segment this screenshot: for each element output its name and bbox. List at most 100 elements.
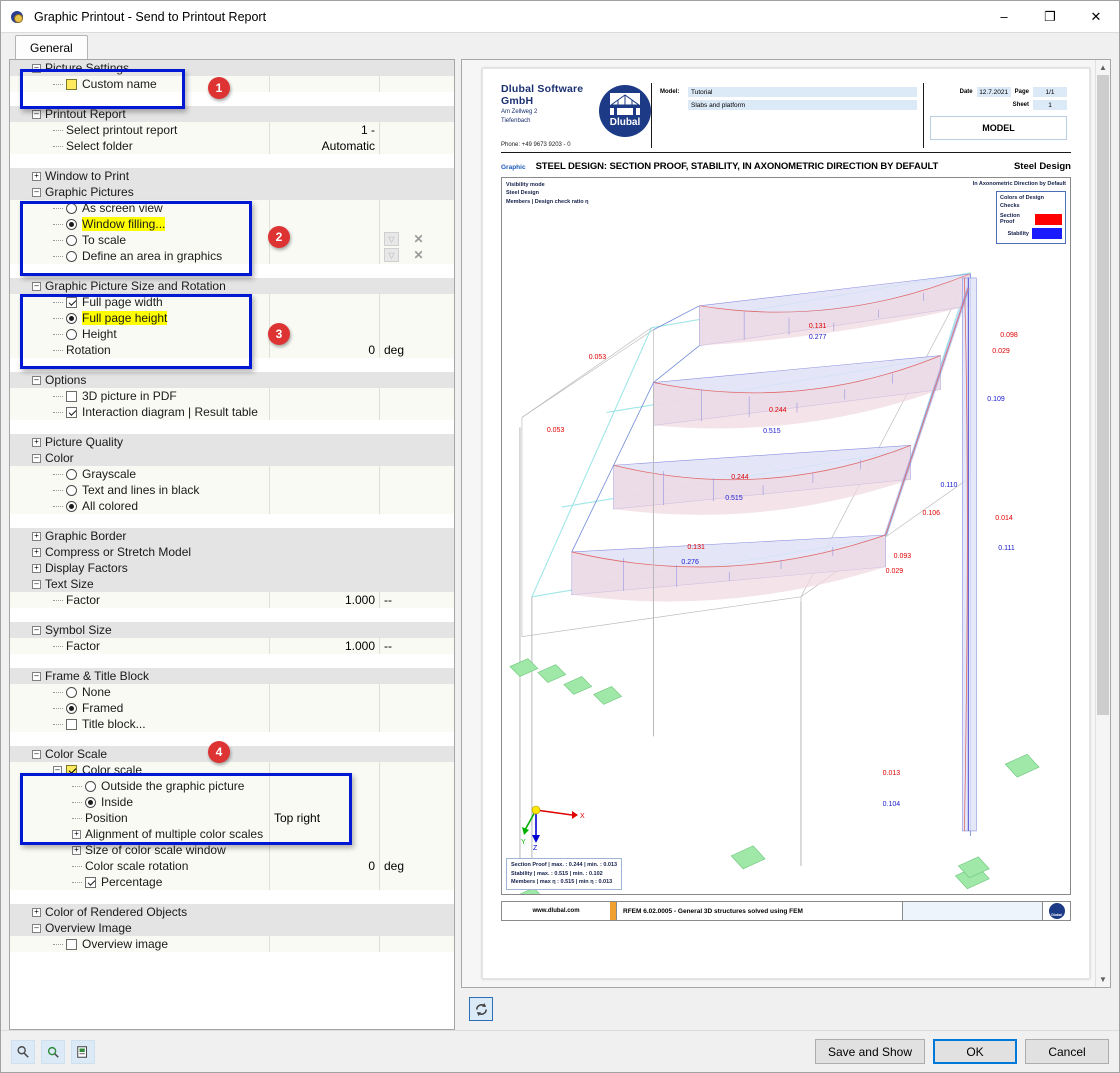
ok-button[interactable]: OK — [933, 1039, 1017, 1064]
setting-row-interaction-diagram-result-table[interactable]: Interaction diagram | Result table — [10, 404, 454, 420]
expand-icon[interactable]: + — [32, 907, 41, 917]
setting-value[interactable] — [269, 482, 379, 498]
radio-unselected[interactable] — [66, 328, 77, 340]
setting-row-percentage[interactable]: Percentage — [10, 874, 454, 890]
group-symbol-size[interactable]: – Symbol Size — [10, 622, 454, 638]
collapse-icon[interactable]: – — [32, 63, 41, 73]
setting-row-window-filling[interactable]: Window filling... — [10, 216, 454, 232]
radio-unselected[interactable] — [85, 780, 96, 792]
collapse-icon[interactable]: – — [32, 109, 41, 119]
setting-row-grayscale[interactable]: Grayscale — [10, 466, 454, 482]
setting-value[interactable]: 1.000 — [269, 638, 379, 654]
setting-value[interactable] — [269, 498, 379, 514]
collapse-icon[interactable]: – — [32, 671, 41, 681]
scroll-up-arrow[interactable]: ▲ — [1096, 60, 1110, 75]
setting-row-as-screen-view[interactable]: As screen view — [10, 200, 454, 216]
setting-row-full-page-height[interactable]: Full page height — [10, 310, 454, 326]
group-printout-report[interactable]: – Printout Report — [10, 106, 454, 122]
setting-value[interactable]: 0 — [269, 858, 379, 874]
setting-value[interactable] — [269, 248, 379, 264]
preview-viewport[interactable]: Dlubal Software GmbH Am Zellweg 2 Tiefen… — [461, 59, 1111, 988]
setting-value[interactable] — [269, 294, 379, 310]
setting-value[interactable]: 1 - — [269, 122, 379, 138]
preview-icon[interactable] — [41, 1039, 65, 1064]
setting-value[interactable] — [269, 76, 379, 92]
group-graphic-pictures[interactable]: – Graphic Pictures — [10, 184, 454, 200]
collapse-icon[interactable]: – — [32, 375, 41, 385]
save-report-icon[interactable] — [71, 1039, 95, 1064]
setting-value[interactable] — [269, 874, 379, 890]
radio-unselected[interactable] — [66, 202, 77, 214]
find-icon[interactable] — [11, 1039, 35, 1064]
checkbox-unchecked[interactable] — [66, 938, 77, 950]
setting-row-alignment-of-multiple-color-scales[interactable]: + Alignment of multiple color scales — [10, 826, 454, 842]
collapse-icon[interactable]: – — [32, 749, 41, 759]
expand-icon[interactable]: + — [32, 547, 41, 557]
refresh-icon[interactable] — [469, 997, 493, 1021]
setting-row-position[interactable]: Position Top right — [10, 810, 454, 826]
setting-value[interactable]: 1.000 — [269, 592, 379, 608]
checkbox-checked[interactable] — [66, 296, 77, 308]
setting-row-custom-name[interactable]: Custom name — [10, 76, 454, 92]
setting-value[interactable] — [269, 762, 379, 778]
group-picture-quality[interactable]: + Picture Quality — [10, 434, 454, 450]
group-overview-image[interactable]: – Overview Image — [10, 920, 454, 936]
setting-value[interactable] — [269, 794, 379, 810]
preview-scrollbar[interactable]: ▲ ▼ — [1095, 60, 1110, 987]
setting-row-full-page-width[interactable]: Full page width — [10, 294, 454, 310]
scroll-down-arrow[interactable]: ▼ — [1096, 972, 1110, 987]
radio-selected[interactable] — [66, 312, 77, 324]
collapse-icon[interactable]: – — [32, 187, 41, 197]
close-button[interactable]: ✕ — [1073, 1, 1119, 33]
setting-value[interactable] — [269, 200, 379, 216]
tab-general[interactable]: General — [15, 35, 88, 59]
row-clear-button[interactable]: ✕ — [411, 232, 426, 246]
radio-unselected[interactable] — [66, 484, 77, 496]
checkbox-unchecked[interactable] — [66, 390, 77, 402]
radio-unselected[interactable] — [66, 468, 77, 480]
radio-unselected[interactable] — [66, 686, 77, 698]
setting-value[interactable] — [269, 778, 379, 794]
minimize-button[interactable]: – — [981, 1, 1027, 33]
setting-row-overview-image[interactable]: Overview image — [10, 936, 454, 952]
setting-row-factor[interactable]: Factor 1.000 -- — [10, 638, 454, 654]
group-graphic-border[interactable]: + Graphic Border — [10, 528, 454, 544]
group-text-size[interactable]: – Text Size — [10, 576, 454, 592]
expand-icon[interactable]: + — [72, 845, 81, 855]
expand-icon[interactable]: + — [32, 437, 41, 447]
setting-row-color-scale-rotation[interactable]: Color scale rotation 0 deg — [10, 858, 454, 874]
setting-value[interactable] — [269, 684, 379, 700]
setting-value[interactable] — [269, 936, 379, 952]
setting-row-inside[interactable]: Inside — [10, 794, 454, 810]
radio-selected[interactable] — [66, 218, 77, 230]
group-graphic-picture-size-and-rotation[interactable]: – Graphic Picture Size and Rotation — [10, 278, 454, 294]
maximize-button[interactable]: ❐ — [1027, 1, 1073, 33]
scroll-thumb[interactable] — [1097, 75, 1109, 715]
group-color[interactable]: – Color — [10, 450, 454, 466]
setting-value[interactable] — [269, 826, 379, 842]
setting-row-all-colored[interactable]: All colored — [10, 498, 454, 514]
radio-selected[interactable] — [66, 702, 77, 714]
checkbox-unchecked[interactable] — [66, 718, 77, 730]
setting-row-framed[interactable]: Framed — [10, 700, 454, 716]
row-dropdown-button[interactable]: ▽ — [384, 248, 399, 262]
collapse-icon[interactable]: – — [32, 923, 41, 933]
collapse-icon[interactable]: – — [32, 281, 41, 291]
setting-row-text-and-lines-in-black[interactable]: Text and lines in black — [10, 482, 454, 498]
cancel-button[interactable]: Cancel — [1025, 1039, 1109, 1064]
model-graphic[interactable]: Visibility mode Steel Design Members | D… — [501, 177, 1071, 896]
setting-row-color-scale[interactable]: – Color scale — [10, 762, 454, 778]
setting-value[interactable]: Automatic — [269, 138, 379, 154]
setting-row-3d-picture-in-pdf[interactable]: 3D picture in PDF — [10, 388, 454, 404]
group-picture-settings[interactable]: – Picture Settings — [10, 60, 454, 76]
setting-value[interactable] — [269, 716, 379, 732]
setting-value[interactable] — [269, 310, 379, 326]
group-options[interactable]: – Options — [10, 372, 454, 388]
group-frame-title-block[interactable]: – Frame & Title Block — [10, 668, 454, 684]
setting-row-select-folder[interactable]: Select folder Automatic — [10, 138, 454, 154]
radio-selected[interactable] — [66, 500, 77, 512]
radio-unselected[interactable] — [66, 234, 77, 246]
group-compress-or-stretch-model[interactable]: + Compress or Stretch Model — [10, 544, 454, 560]
checkbox-checked[interactable] — [66, 406, 77, 418]
group-window-to-print[interactable]: + Window to Print — [10, 168, 454, 184]
